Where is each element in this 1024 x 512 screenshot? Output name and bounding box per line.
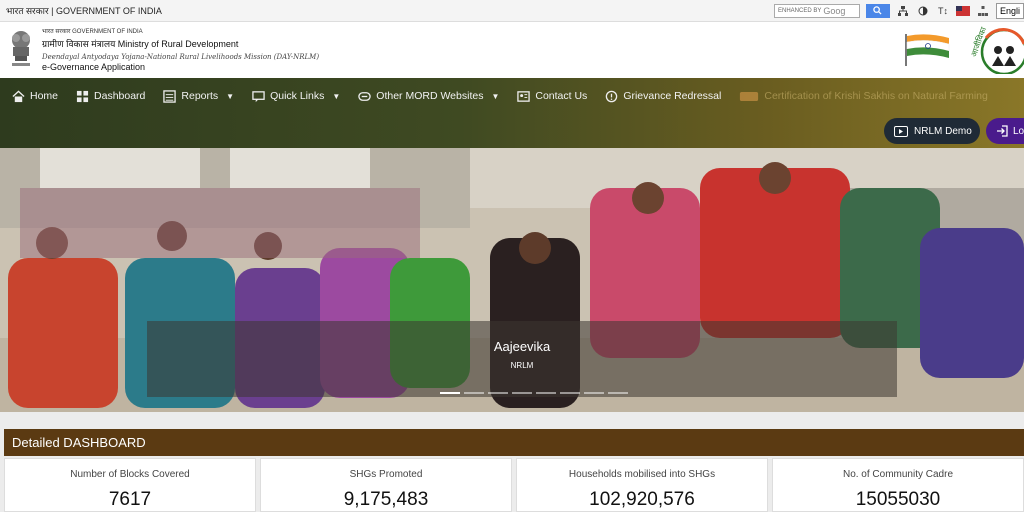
- carousel-indicator[interactable]: [608, 392, 628, 394]
- dashboard-cards: Number of Blocks Covered 7617 SHGs Promo…: [4, 458, 1024, 512]
- home-icon: [12, 89, 25, 102]
- nrlm-demo-label: NRLM Demo: [914, 125, 972, 137]
- chevron-down-icon: ▼: [332, 91, 341, 101]
- stat-value: 102,920,576: [589, 489, 695, 510]
- websites-icon: [358, 91, 372, 101]
- brand-gov-line: भारत सरकार GOVERNMENT OF INDIA: [42, 29, 143, 35]
- utility-tools: ENHANCED BY Goog T↕ Engli: [773, 0, 1024, 22]
- contact-icon: [517, 90, 531, 102]
- main-navigation: Home Dashboard Reports ▼ Quick Links ▼ O…: [0, 78, 1024, 148]
- quick-links-icon: [252, 90, 265, 102]
- stat-label: Households mobilised into SHGs: [568, 469, 716, 480]
- search-button[interactable]: [865, 3, 890, 18]
- reports-icon: [163, 89, 177, 103]
- nrlm-demo-button[interactable]: NRLM Demo: [884, 118, 980, 144]
- stat-card-shgs: SHGs Promoted 9,175,483: [260, 458, 512, 512]
- site-search-input[interactable]: ENHANCED BY Goog: [773, 3, 860, 18]
- language-select[interactable]: Engli: [995, 2, 1024, 19]
- stat-value: 7617: [108, 489, 152, 510]
- brand-mission-line: Deendayal Antyodaya Yojana-National Rura…: [42, 53, 320, 61]
- carousel-indicator[interactable]: [440, 392, 460, 394]
- nav-certification-label: Certification of Krishi Sakhis on Natura…: [764, 90, 988, 102]
- nav-home[interactable]: Home: [12, 89, 59, 103]
- contrast-icon[interactable]: [916, 4, 930, 18]
- nav-reports-label: Reports: [181, 90, 219, 102]
- login-label: Lo: [1013, 125, 1024, 137]
- carousel-indicator[interactable]: [464, 392, 484, 394]
- site-header: भारत सरकार GOVERNMENT OF INDIA ग्रामीण व…: [0, 22, 1024, 78]
- hero-carousel[interactable]: Aajeevika NRLM: [0, 148, 1024, 412]
- stat-label: Number of Blocks Covered: [70, 469, 190, 480]
- chevron-down-icon: ▼: [491, 91, 500, 101]
- nav-other-mord-websites[interactable]: Other MORD Websites ▼: [358, 90, 499, 103]
- stat-label: No. of Community Cadre: [842, 469, 954, 480]
- sitemap-tree-icon[interactable]: [896, 4, 910, 18]
- dashboard-header: Detailed DASHBOARD: [4, 429, 1024, 456]
- search-brand: Goog: [823, 5, 846, 16]
- grievance-icon: [606, 90, 618, 102]
- login-icon: [997, 125, 1008, 137]
- dashboard-icon: [76, 90, 89, 102]
- gov-label: भारत सरकार | GOVERNMENT OF INDIA: [6, 6, 162, 16]
- nav-quick-links-label: Quick Links: [270, 90, 325, 102]
- chevron-down-icon: ▼: [226, 91, 235, 101]
- ministry-branding[interactable]: भारत सरकार GOVERNMENT OF INDIA ग्रामीण व…: [42, 27, 319, 72]
- stat-card-households: Households mobilised into SHGs 102,920,5…: [516, 458, 768, 512]
- carousel-indicator[interactable]: [488, 392, 508, 394]
- nav-quick-links[interactable]: Quick Links ▼: [252, 90, 340, 103]
- national-emblem-icon: [12, 31, 30, 66]
- carousel-indicator[interactable]: [512, 392, 532, 394]
- nav-grievance-label: Grievance Redressal: [623, 90, 722, 102]
- search-icon: [873, 6, 883, 15]
- nav-dashboard-label: Dashboard: [94, 90, 146, 102]
- india-flag-icon: [905, 34, 950, 66]
- carousel-indicators: [440, 392, 628, 394]
- language-flag-icon[interactable]: [955, 4, 970, 18]
- nav-contact-us[interactable]: Contact Us: [517, 90, 587, 103]
- text-size-icon[interactable]: T↕: [936, 4, 950, 18]
- nav-home-label: Home: [30, 90, 59, 102]
- nav-other-mord-label: Other MORD Websites: [376, 90, 484, 102]
- nav-reports[interactable]: Reports ▼: [163, 89, 235, 103]
- carousel-indicator[interactable]: [560, 392, 580, 394]
- gov-strip: भारत सरकार | GOVERNMENT OF INDIA ENHANCE…: [0, 0, 1024, 22]
- stat-label: SHGs Promoted: [349, 469, 423, 480]
- certificate-icon: [740, 91, 759, 101]
- page: भारत सरकार | GOVERNMENT OF INDIA ENHANCE…: [0, 0, 1024, 512]
- nav-grievance-redressal[interactable]: Grievance Redressal: [605, 90, 721, 103]
- caption-subtitle: NRLM: [510, 361, 534, 370]
- nav-menu: Home Dashboard Reports ▼ Quick Links ▼ O…: [0, 86, 994, 106]
- video-play-icon: [894, 125, 908, 137]
- brand-app-line: e-Governance Application: [42, 62, 146, 72]
- dashboard-title: Detailed DASHBOARD: [12, 435, 146, 450]
- login-button[interactable]: Lo: [986, 118, 1024, 144]
- carousel-indicator[interactable]: [536, 392, 556, 394]
- stat-value: 9,175,483: [343, 489, 429, 510]
- brand-ministry-line: ग्रामीण विकास मंत्रालय Ministry of Rural…: [42, 39, 239, 49]
- stat-card-blocks: Number of Blocks Covered 7617: [4, 458, 256, 512]
- search-placeholder: ENHANCED BY: [777, 7, 822, 14]
- stat-value: 15055030: [855, 489, 941, 510]
- nav-dashboard[interactable]: Dashboard: [76, 90, 145, 103]
- nav-krishi-sakhis-certification[interactable]: Certification of Krishi Sakhis on Natura…: [739, 90, 988, 103]
- aajeevika-logo[interactable]: आजीविका: [958, 25, 1024, 76]
- caption-title: Aajeevika: [493, 339, 551, 354]
- carousel-caption: Aajeevika NRLM: [147, 321, 897, 397]
- stat-card-community-cadre: No. of Community Cadre 15055030: [772, 458, 1024, 512]
- nav-contact-label: Contact Us: [535, 90, 588, 102]
- carousel-indicator[interactable]: [584, 392, 604, 394]
- network-icon[interactable]: [976, 4, 990, 18]
